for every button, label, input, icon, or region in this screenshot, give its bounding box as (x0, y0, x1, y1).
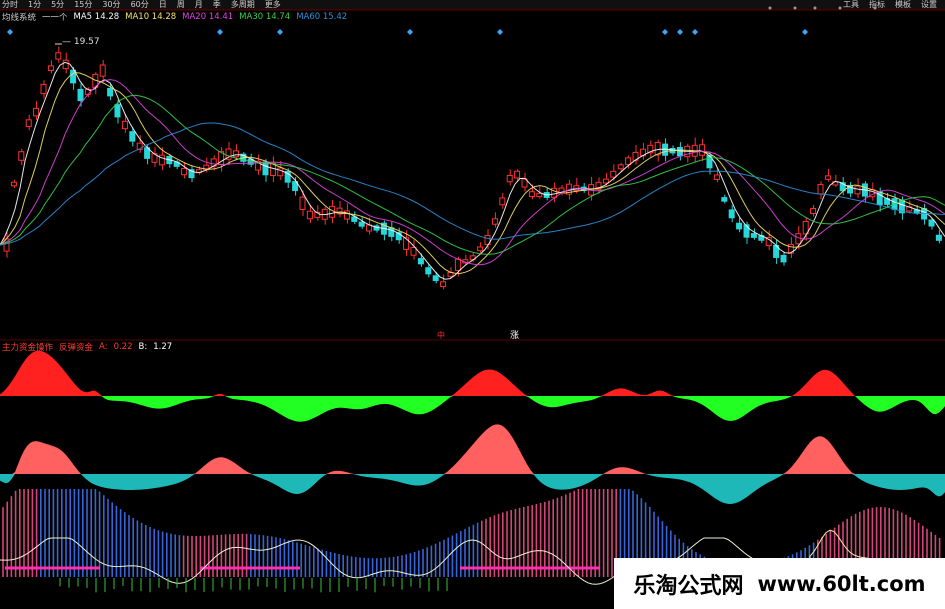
momentum-negative-area (0, 474, 945, 504)
candle-body (514, 170, 521, 179)
candle-body (676, 147, 683, 157)
candle-body (114, 104, 121, 118)
candle-body (277, 167, 284, 177)
toolbar-dot (813, 6, 817, 10)
candle-body (410, 246, 417, 256)
candle-body (699, 144, 706, 156)
candle-body (107, 87, 114, 97)
candle-body (810, 207, 817, 215)
candle-body (736, 222, 743, 230)
candle-body (181, 167, 188, 176)
candle-body (743, 224, 750, 238)
candle-body (158, 154, 165, 166)
indicator-label: 反弹资金 (59, 343, 94, 353)
kline-chart[interactable]: — 19.57 中 涨 (0, 0, 945, 609)
signal-mark-mid: 中 (437, 330, 445, 340)
candle-body (625, 157, 632, 166)
candle-body (713, 174, 720, 180)
candle-body (403, 237, 410, 250)
momentum-positive-area (0, 424, 945, 474)
candle-body (928, 219, 935, 227)
candle-body (25, 119, 32, 128)
signal-diamond-marker (692, 29, 698, 35)
candle-body (728, 209, 735, 219)
toolbar-dot (838, 6, 842, 10)
candle-body (129, 131, 136, 142)
candle-body (121, 120, 128, 130)
indicator-a-label: A: (99, 342, 108, 352)
signal-diamond-marker (662, 29, 668, 35)
candle-body (306, 210, 313, 220)
toolbar-dot (873, 6, 877, 10)
candle-body (499, 197, 506, 206)
candle-body (432, 275, 439, 282)
candle-body (77, 88, 84, 102)
indicator-name: 主力资金操作 (2, 343, 54, 353)
candle-body (33, 107, 40, 117)
indicator-a-value: 0.22 (113, 342, 133, 352)
signal-diamond-marker (677, 29, 683, 35)
candle-body (417, 258, 424, 265)
candle-body (528, 191, 535, 197)
candle-body (721, 197, 728, 202)
candle-body (824, 175, 831, 180)
signal-diamond-marker (7, 29, 13, 35)
capital-flow-positive (0, 350, 945, 396)
candle-body (817, 184, 824, 195)
candle-body (935, 234, 942, 241)
candle-body (10, 181, 17, 187)
candle-body (40, 83, 47, 95)
capital-flow-negative (0, 396, 945, 422)
signal-diamond-marker (217, 29, 223, 35)
site-watermark: 乐淘公式网 www.60lt.com (614, 558, 945, 609)
ma20-line (0, 79, 945, 266)
candle-body (617, 164, 624, 170)
candle-body (491, 218, 498, 225)
candle-body (62, 59, 69, 70)
toolbar-dot (793, 6, 797, 10)
candle-body (55, 52, 62, 60)
candle-body (610, 170, 617, 178)
candle-body (454, 258, 461, 271)
candle-body (854, 185, 861, 195)
candle-body (440, 281, 447, 288)
candle-body (602, 178, 609, 184)
candle-body (750, 233, 757, 238)
signal-diamond-marker (407, 29, 413, 35)
high-price-annotation: — 19.57 (62, 37, 100, 47)
candle-body (477, 246, 484, 252)
signal-diamond-marker (802, 29, 808, 35)
watermark-url: www.60lt.com (757, 571, 926, 596)
indicator-legend: 主力资金操作 反弹资金 A: 0.22 B: 1.27 (2, 341, 172, 353)
candle-body (232, 150, 239, 158)
indicator-b-value: 1.27 (153, 342, 173, 352)
candle-body (47, 65, 54, 72)
signal-diamond-marker (497, 29, 503, 35)
candle-body (358, 221, 365, 227)
candle-body (18, 151, 25, 161)
watermark-cn: 乐淘公式网 (633, 573, 744, 599)
candle-body (780, 254, 787, 263)
candle-body (425, 267, 432, 275)
candle-body (262, 161, 269, 176)
signal-diamond-marker (277, 29, 283, 35)
indicator-b-label: B: (138, 342, 148, 352)
candle-body (299, 196, 306, 211)
toolbar-dot (768, 6, 772, 10)
candle-body (99, 64, 106, 77)
ma5-line (0, 61, 945, 280)
signal-mark-rise: 涨 (510, 330, 519, 341)
candle-body (536, 192, 543, 198)
ma10-line (0, 71, 945, 275)
stock-chart-window: 分时 1分 5分 15分 30分 60分日周月季多周期 更多 工具 指标 模板 设置 均线系统 一一… (0, 0, 945, 609)
candle-body (506, 174, 513, 183)
